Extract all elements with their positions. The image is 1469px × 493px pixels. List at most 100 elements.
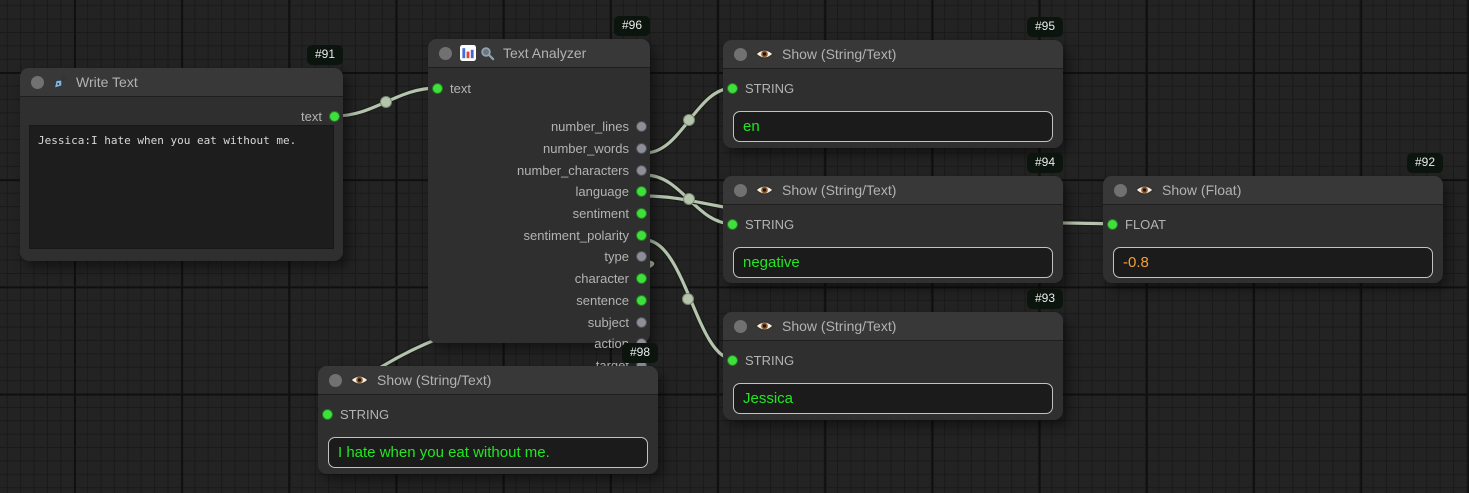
value-display[interactable]: -0.8 <box>1113 247 1433 278</box>
output-port[interactable] <box>636 143 647 154</box>
output-row-text: text <box>20 105 343 127</box>
output-port[interactable] <box>636 165 647 176</box>
output-row: subject <box>428 311 650 333</box>
input-port-string[interactable] <box>727 83 738 94</box>
input-row-text: text <box>428 77 650 99</box>
collapse-dot[interactable] <box>31 76 44 89</box>
node-id-badge: #96 <box>614 16 650 36</box>
value-text: -0.8 <box>1123 254 1149 271</box>
value-display[interactable]: I hate when you eat without me. <box>328 437 648 468</box>
node-title: Text Analyzer <box>503 45 586 61</box>
value-display[interactable]: en <box>733 111 1053 142</box>
node-header[interactable]: Show (String/Text) <box>723 40 1063 69</box>
port-label: type <box>604 249 629 264</box>
port-label: character <box>575 271 629 286</box>
output-port[interactable] <box>636 317 647 328</box>
port-label: STRING <box>340 407 389 422</box>
port-label: number_characters <box>517 163 629 178</box>
value-display[interactable]: negative <box>733 247 1053 278</box>
node-header[interactable]: Show (String/Text) <box>723 312 1063 341</box>
collapse-dot[interactable] <box>734 184 747 197</box>
node-id-badge: #93 <box>1027 289 1063 309</box>
node-header[interactable]: Show (Float) <box>1103 176 1443 205</box>
output-port[interactable] <box>636 121 647 132</box>
bar-chart-icon <box>460 45 476 61</box>
output-row: number_characters <box>428 159 650 181</box>
port-label: text <box>450 81 471 96</box>
port-label: subject <box>588 315 629 330</box>
output-row: sentence <box>428 290 650 312</box>
node-id-badge: #94 <box>1027 153 1063 173</box>
input-port-string[interactable] <box>322 409 333 420</box>
output-row: number_lines <box>428 116 650 138</box>
output-port[interactable] <box>636 273 647 284</box>
output-port[interactable] <box>636 186 647 197</box>
node-id-badge: #92 <box>1407 153 1443 173</box>
port-label: number_lines <box>551 119 629 134</box>
output-row: sentiment_polarity <box>428 224 650 246</box>
eye-icon <box>755 319 774 333</box>
wire-character-to-show93 <box>645 240 733 359</box>
eye-icon <box>350 373 369 387</box>
node-show-float[interactable]: #92 Show (Float) FLOAT -0.8 <box>1103 176 1443 283</box>
node-write-text[interactable]: #91 Write Text text Jessica:I hate when … <box>20 68 343 261</box>
input-port-string[interactable] <box>727 219 738 230</box>
graph-canvas[interactable]: #91 Write Text text Jessica:I hate when … <box>0 0 1469 493</box>
eye-icon <box>1135 183 1154 197</box>
collapse-dot[interactable] <box>329 374 342 387</box>
eye-icon <box>755 183 774 197</box>
input-row-string: STRING <box>318 403 658 425</box>
output-row: type <box>428 246 650 268</box>
wire-text-to-analyzer <box>335 88 437 116</box>
node-title: Show (Float) <box>1162 182 1241 198</box>
port-label: sentiment_polarity <box>524 228 630 243</box>
port-label: FLOAT <box>1125 217 1166 232</box>
node-show-sentiment[interactable]: #94 Show (String/Text) STRING negative <box>723 176 1063 283</box>
output-port[interactable] <box>636 230 647 241</box>
input-row-string: STRING <box>723 213 1063 235</box>
collapse-dot[interactable] <box>439 47 452 60</box>
output-port-text[interactable] <box>329 111 340 122</box>
output-rows: number_lines number_words number_charact… <box>428 116 650 376</box>
output-port[interactable] <box>636 208 647 219</box>
node-id-badge: #91 <box>307 45 343 65</box>
port-label: STRING <box>745 217 794 232</box>
node-header[interactable]: Text Analyzer <box>428 39 650 68</box>
output-port[interactable] <box>636 251 647 262</box>
collapse-dot[interactable] <box>734 48 747 61</box>
eye-icon <box>755 47 774 61</box>
node-title: Show (String/Text) <box>782 182 896 198</box>
text-widget[interactable]: Jessica:I hate when you eat without me. <box>29 125 334 249</box>
output-port[interactable] <box>636 295 647 306</box>
value-text: I hate when you eat without me. <box>338 444 550 461</box>
port-label: STRING <box>745 353 794 368</box>
magnifier-icon <box>480 46 495 61</box>
input-row-string: STRING <box>723 349 1063 371</box>
collapse-dot[interactable] <box>1114 184 1127 197</box>
node-show-sentence[interactable]: #98 Show (String/Text) STRING I hate whe… <box>318 366 658 474</box>
node-title: Show (String/Text) <box>782 318 896 334</box>
node-show-language[interactable]: #95 Show (String/Text) STRING en <box>723 40 1063 148</box>
link-midpoint-dot <box>684 115 695 126</box>
input-port-string[interactable] <box>727 355 738 366</box>
link-midpoint-dot <box>684 194 695 205</box>
node-title: Show (String/Text) <box>782 46 896 62</box>
node-header[interactable]: Write Text <box>20 68 343 97</box>
node-id-badge: #98 <box>622 343 658 363</box>
node-header[interactable]: Show (String/Text) <box>318 366 658 395</box>
input-port-float[interactable] <box>1107 219 1118 230</box>
collapse-dot[interactable] <box>734 320 747 333</box>
value-text: en <box>743 118 760 135</box>
output-row: number_words <box>428 138 650 160</box>
node-title: Show (String/Text) <box>377 372 491 388</box>
pen-icon <box>52 74 68 90</box>
link-midpoint-dot <box>683 294 694 305</box>
node-show-character[interactable]: #93 Show (String/Text) STRING Jessica <box>723 312 1063 420</box>
port-label: sentence <box>576 293 629 308</box>
node-text-analyzer[interactable]: #96 Text Analyzer text number_lines numb… <box>428 39 650 343</box>
value-display[interactable]: Jessica <box>733 383 1053 414</box>
input-row-string: STRING <box>723 77 1063 99</box>
port-label: sentiment <box>573 206 629 221</box>
node-header[interactable]: Show (String/Text) <box>723 176 1063 205</box>
input-port-text[interactable] <box>432 83 443 94</box>
